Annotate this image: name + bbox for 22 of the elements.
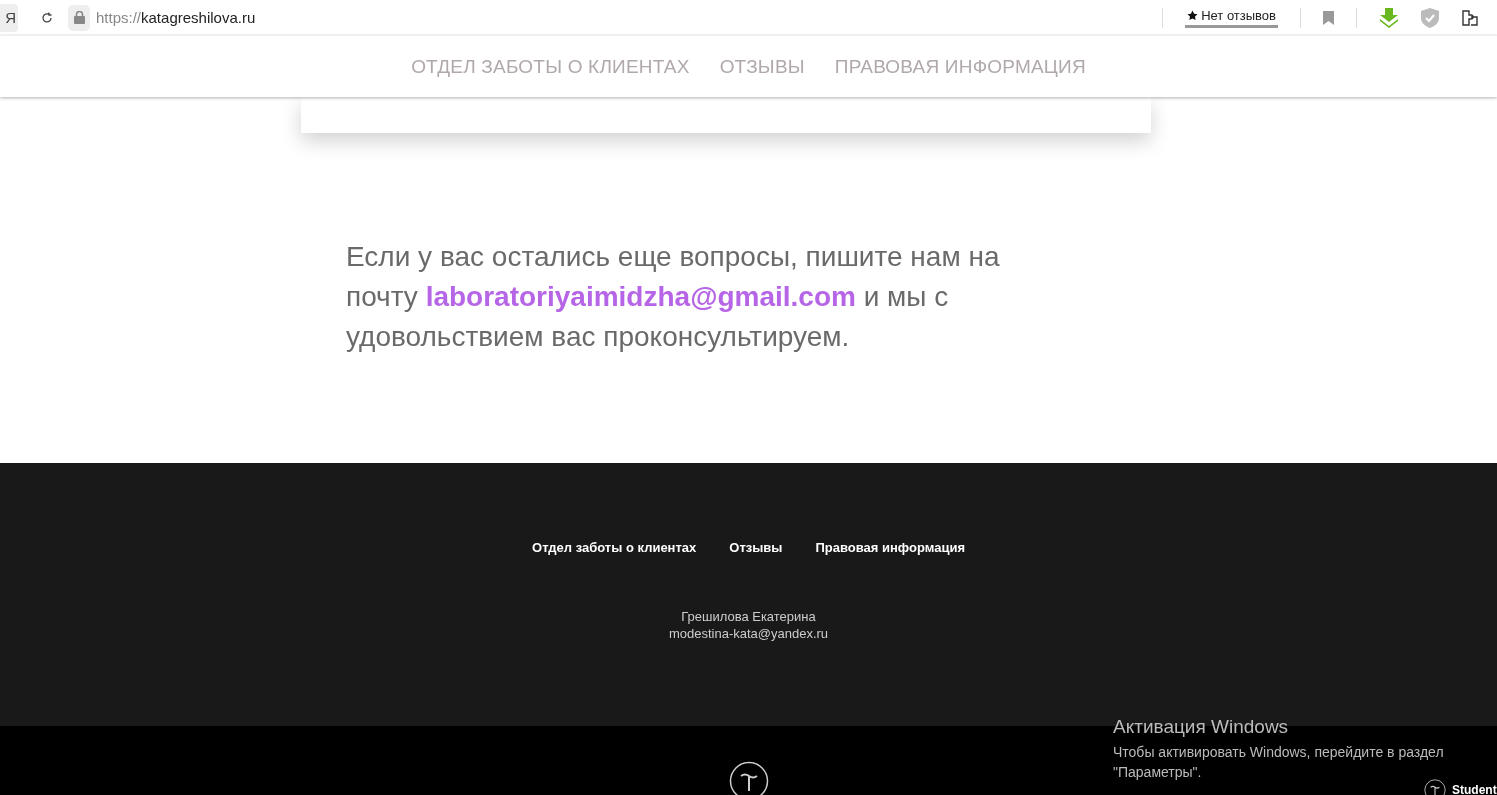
activation-title: Активация Windows <box>1113 716 1290 738</box>
footer-link[interactable]: Отзывы <box>729 540 783 555</box>
t-logo-icon <box>1424 779 1446 795</box>
download-icon[interactable] <box>1379 7 1399 28</box>
t-logo-icon <box>728 761 769 795</box>
footer-link[interactable]: Отдел заботы о клиентах <box>532 540 697 555</box>
shield-icon[interactable] <box>1421 7 1439 28</box>
student-badge[interactable]: Student <box>1424 779 1497 795</box>
bookmark-icon[interactable] <box>1323 10 1334 25</box>
extension-icon[interactable] <box>1461 8 1479 27</box>
reviews-button[interactable]: Нет отзывов <box>1185 7 1278 28</box>
author-name: Грешилова Екатерина <box>681 608 816 625</box>
address-field[interactable]: https://katagreshilova.ru <box>96 9 256 26</box>
yandex-button[interactable]: Я <box>0 3 18 32</box>
lock-icon[interactable] <box>68 4 90 31</box>
contact-message: Если у вас остались еще вопросы, пишите нам на почту laboratoriyaimidzha@gmail.com и мы с удовольствием вас проконсультируем. <box>346 240 1001 354</box>
activation-text: Чтобы активировать Windows, перейдите в раздел "Параметры". <box>1113 743 1445 782</box>
footer-link[interactable]: Правовая информация <box>815 540 965 555</box>
email-link[interactable]: laboratoriyaimidzha@gmail.com <box>425 281 856 312</box>
star-icon <box>1187 9 1199 21</box>
author-email: modestina-kata@yandex.ru <box>668 625 829 642</box>
reload-icon[interactable] <box>40 10 54 25</box>
